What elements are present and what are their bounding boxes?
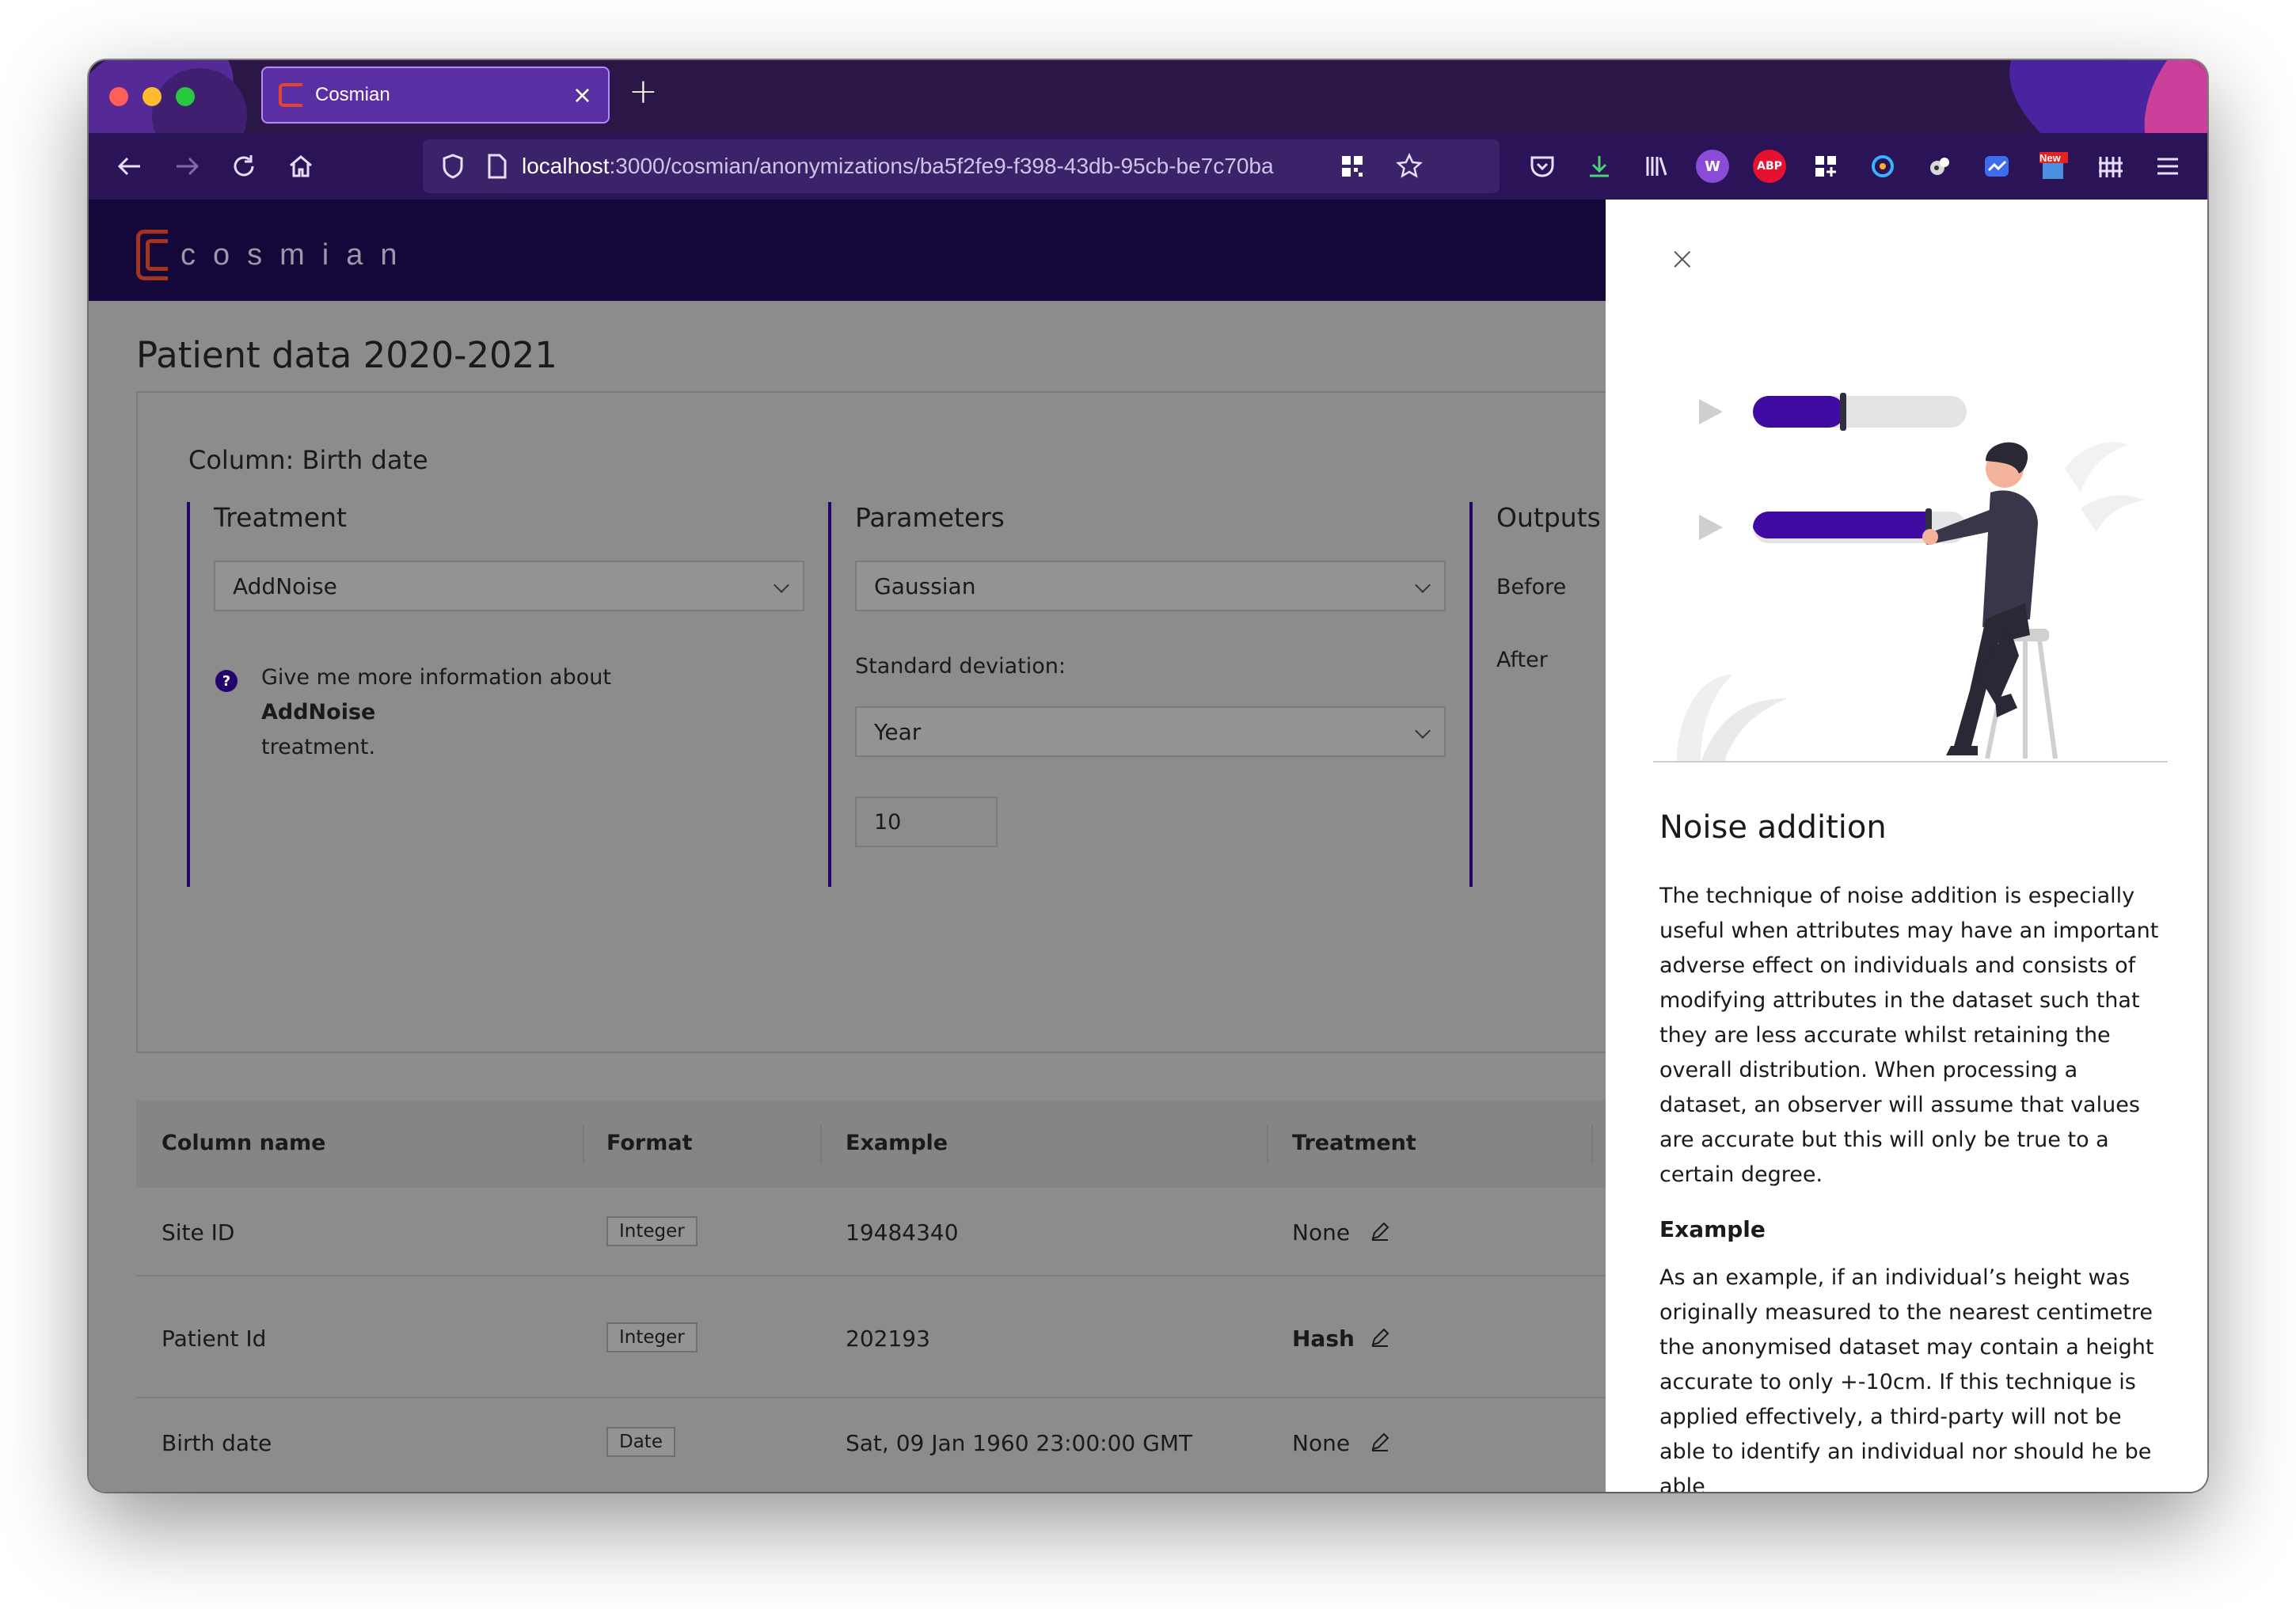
maximize-window-button[interactable] (176, 87, 195, 106)
table-row[interactable]: Site ID Integer 19484340 None (136, 1188, 1799, 1276)
extension-grid-icon[interactable] (1807, 147, 1845, 185)
question-icon: ? (215, 670, 238, 692)
library-icon[interactable] (1637, 147, 1675, 185)
w-extension-icon[interactable]: W (1696, 150, 1729, 183)
table-header: Column name Format Example Treatment (136, 1101, 1799, 1188)
fence-extension-icon[interactable] (2092, 147, 2130, 185)
cell-treatment: None (1292, 1219, 1351, 1246)
logo-text: cosmian (181, 238, 415, 272)
format-badge: Date (606, 1427, 675, 1457)
minimize-window-button[interactable] (143, 87, 162, 106)
parameters-panel: Parameters Gaussian Standard deviation: … (828, 502, 1462, 887)
edit-pencil-icon[interactable] (1370, 1327, 1390, 1348)
parameters-heading: Parameters (855, 502, 1005, 533)
header-divider (820, 1124, 822, 1164)
treatment-panel: Treatment AddNoise ? Give me more inform… (187, 502, 820, 887)
new-tab-button[interactable]: + (629, 71, 658, 112)
home-icon[interactable] (282, 147, 320, 185)
adblock-plus-icon[interactable]: ABP (1753, 150, 1786, 183)
cell-column-name: Birth date (162, 1430, 272, 1456)
tab-close-icon[interactable]: × (572, 82, 592, 109)
noise-illustration (1653, 393, 2168, 763)
cell-column-name: Patient Id (162, 1326, 267, 1352)
column-title: Column: Birth date (188, 445, 428, 475)
pocket-icon[interactable] (1523, 147, 1561, 185)
page-icon (478, 147, 516, 185)
reload-icon[interactable] (225, 147, 263, 185)
treatment-card: Column: Birth date Treatment AddNoise ? … (136, 391, 1799, 1053)
cosmian-logo[interactable]: cosmian (136, 230, 415, 280)
tab-cosmian[interactable]: Cosmian × (261, 67, 610, 124)
drawer-description: The technique of noise addition is espec… (1659, 884, 2159, 1187)
tab-title: Cosmian (315, 84, 390, 105)
edit-pencil-icon[interactable] (1370, 1221, 1390, 1242)
treatment-info-link[interactable]: ? Give me more information about AddNois… (215, 660, 706, 765)
drawer-close-icon[interactable]: × (1669, 241, 1696, 277)
header-column-name: Column name (162, 1131, 326, 1155)
header-example: Example (846, 1131, 948, 1155)
ghost-extension-icon[interactable] (1921, 147, 1959, 185)
cell-example: 19484340 (846, 1219, 959, 1246)
header-divider (1591, 1124, 1593, 1164)
cosmian-favicon-icon (279, 83, 302, 107)
header-divider (1267, 1124, 1268, 1164)
address-bar[interactable]: localhost:3000/cosmian/anonymizations/ba… (423, 139, 1500, 193)
cosmian-logo-mark-icon (136, 230, 179, 280)
shield-icon[interactable] (434, 147, 472, 185)
std-deviation-input[interactable]: 10 (855, 797, 998, 847)
table-row[interactable]: Patient Id Integer 202193 Hash (136, 1276, 1799, 1398)
outputs-heading: Outputs (1496, 502, 1601, 533)
close-window-button[interactable] (109, 87, 128, 106)
table-row[interactable]: Birth date Date Sat, 09 Jan 1960 23:00:0… (136, 1398, 1799, 1492)
example-description: As an example, if an individual’s height… (1659, 1265, 2154, 1492)
cell-example: 202193 (846, 1326, 930, 1352)
nav-bar: localhost:3000/cosmian/anonymizations/ba… (89, 133, 2207, 200)
header-treatment: Treatment (1292, 1131, 1416, 1155)
treatment-info-text[interactable]: Give me more information about AddNoise … (261, 660, 706, 765)
after-label: After (1496, 648, 1548, 672)
cell-example: Sat, 09 Jan 1960 23:00:00 GMT (846, 1430, 1193, 1456)
format-badge: Integer (606, 1322, 698, 1352)
unit-select-value: Year (874, 718, 922, 745)
example-heading: Example (1659, 1216, 1766, 1242)
cell-column-name: Site ID (162, 1219, 235, 1246)
distribution-select-value: Gaussian (874, 572, 976, 599)
trend-extension-icon[interactable] (1978, 147, 2016, 185)
distribution-select[interactable]: Gaussian (855, 561, 1446, 611)
unit-select[interactable]: Year (855, 706, 1446, 757)
treatment-select[interactable]: AddNoise (214, 561, 804, 611)
hamburger-menu-icon[interactable] (2149, 147, 2187, 185)
bookmark-star-icon[interactable] (1390, 147, 1428, 185)
chevron-down-icon (1415, 577, 1431, 593)
forward-arrow-icon[interactable] (168, 147, 206, 185)
drawer-title: Noise addition (1659, 809, 1887, 846)
std-deviation-label: Standard deviation: (855, 654, 1066, 679)
back-arrow-icon[interactable] (111, 147, 149, 185)
info-drawer: × Noise addition The technique of noise … (1606, 200, 2207, 1492)
edit-pencil-icon[interactable] (1370, 1432, 1390, 1452)
tab-bar: Cosmian × + (89, 60, 2207, 133)
browser-window: Cosmian × + localhost:3000/cosmian/anony… (89, 60, 2207, 1492)
cell-treatment: Hash (1292, 1326, 1355, 1352)
treatment-select-value: AddNoise (233, 572, 337, 599)
page-title: Patient data 2020-2021 (136, 334, 557, 376)
header-divider (583, 1124, 584, 1164)
new-badge: New (2039, 152, 2061, 164)
cell-treatment: None (1292, 1430, 1351, 1456)
qr-code-icon[interactable] (1333, 147, 1371, 185)
chevron-down-icon (774, 577, 789, 593)
before-label: Before (1496, 575, 1567, 599)
vpn-extension-icon[interactable] (1864, 147, 1902, 185)
url-text[interactable]: localhost:3000/cosmian/anonymizations/ba… (522, 154, 1321, 179)
chevron-down-icon (1415, 723, 1431, 739)
app-content: cosmian Patient data 2020-2021 Column: B… (89, 200, 2207, 1492)
header-format: Format (606, 1131, 693, 1155)
news-extension-icon[interactable]: New (2035, 147, 2073, 185)
download-icon[interactable] (1580, 147, 1618, 185)
format-badge: Integer (606, 1216, 698, 1246)
treatment-heading: Treatment (214, 502, 347, 533)
